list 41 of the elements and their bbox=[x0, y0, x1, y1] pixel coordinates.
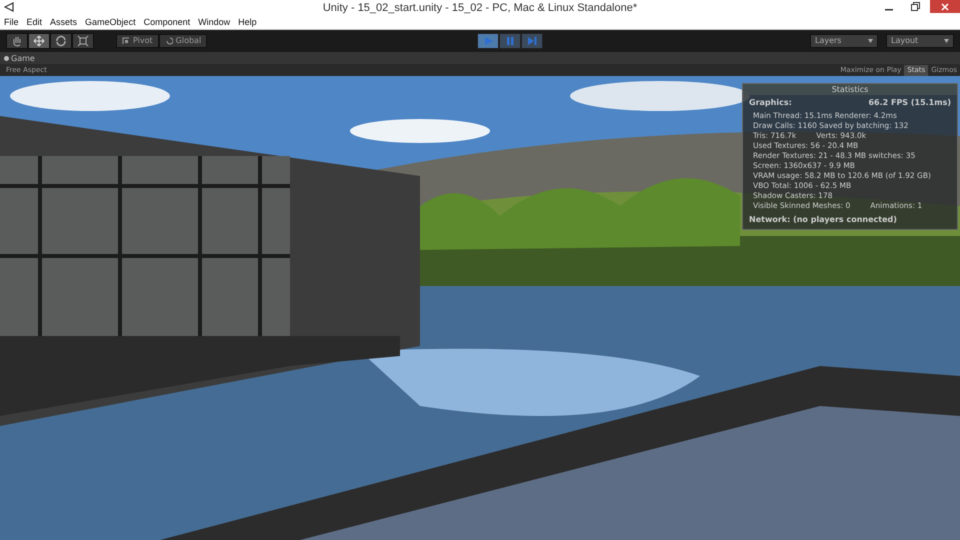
fps-text: 66.2 FPS (15.1ms) bbox=[868, 97, 951, 109]
statistics-title: Statistics bbox=[743, 84, 957, 95]
minimize-icon bbox=[885, 8, 893, 10]
rotate-icon bbox=[55, 35, 67, 47]
rotate-icon bbox=[164, 37, 173, 45]
scale-icon bbox=[77, 35, 89, 47]
pause-button[interactable] bbox=[499, 33, 522, 49]
step-icon bbox=[527, 36, 538, 46]
caret-icon bbox=[868, 39, 873, 43]
menu-item[interactable]: Component bbox=[140, 15, 194, 29]
game-tab[interactable]: Game bbox=[9, 52, 37, 64]
pivot-icon bbox=[122, 37, 130, 45]
tool-button[interactable] bbox=[28, 33, 50, 49]
tool-button[interactable] bbox=[72, 33, 94, 49]
caret-icon bbox=[944, 39, 949, 43]
menu-item[interactable]: Help bbox=[234, 15, 261, 29]
dropdown[interactable]: Layout bbox=[886, 34, 954, 48]
step-button[interactable] bbox=[521, 33, 544, 49]
close-button[interactable] bbox=[930, 0, 960, 13]
play-icon bbox=[483, 36, 494, 46]
unity-logo-icon bbox=[4, 2, 14, 12]
network-status: Network: (no players connected) bbox=[748, 214, 898, 226]
menu-item[interactable]: Assets bbox=[46, 15, 82, 29]
pause-icon bbox=[505, 36, 516, 46]
play-button[interactable] bbox=[477, 33, 500, 49]
menu-item[interactable]: Window bbox=[194, 15, 234, 29]
window-title: Unity - 15_02_start.unity - 15_02 - PC, Mac & Linux Standalone* bbox=[322, 1, 638, 16]
tool-button[interactable] bbox=[6, 33, 28, 49]
game-tab-icon bbox=[4, 56, 9, 60]
pivot-toggle[interactable]: Pivot bbox=[116, 34, 159, 48]
close-icon bbox=[941, 2, 949, 10]
menu-item[interactable]: Edit bbox=[22, 15, 46, 29]
global-toggle[interactable]: Global bbox=[158, 34, 208, 48]
restore-icon bbox=[910, 2, 920, 11]
move-icon bbox=[33, 35, 45, 47]
hand-icon bbox=[11, 35, 23, 47]
dropdown[interactable]: Layers bbox=[810, 34, 878, 48]
graphics-heading: Graphics: bbox=[749, 97, 792, 109]
tool-button[interactable] bbox=[50, 33, 72, 49]
menu-item[interactable]: File bbox=[0, 15, 23, 29]
menu-item[interactable]: GameObject bbox=[81, 15, 140, 29]
